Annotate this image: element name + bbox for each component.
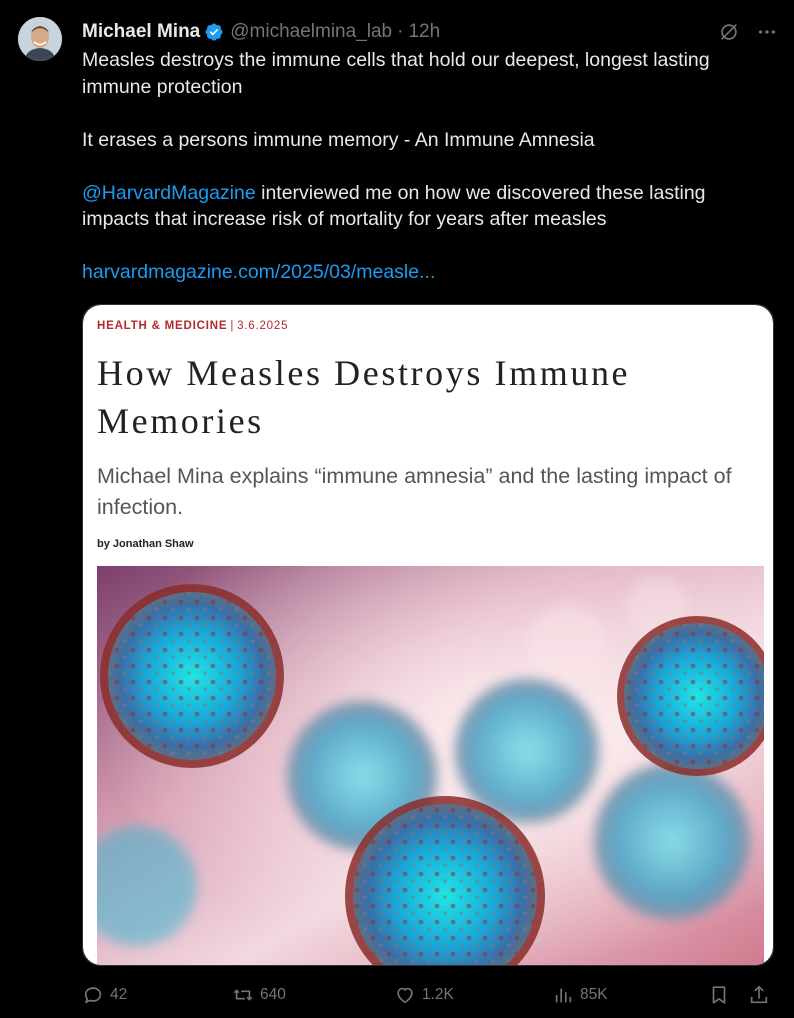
author-handle[interactable]: @michaelmina_lab [230, 20, 392, 44]
bookmark-icon [712, 986, 726, 1004]
category-label: HEALTH & MEDICINE [97, 320, 228, 332]
tweet-action-bar: 42 640 1.2K 85K [82, 982, 772, 1008]
reply-button[interactable]: 42 [82, 982, 127, 1008]
share-button[interactable] [748, 982, 770, 1008]
reply-icon [84, 987, 102, 1004]
repost-count: 640 [260, 986, 286, 1003]
views-icon [555, 988, 572, 1003]
like-button[interactable]: 1.2K [394, 982, 454, 1008]
link-preview-card[interactable]: HEALTH & MEDICINE | 3.6.2025 How Measles D… [82, 304, 774, 966]
tweet-paragraph-2: It erases a persons immune memory - An I… [82, 128, 595, 151]
views-count: 85K [580, 986, 608, 1003]
tweet-text: Measles destroys the immune cells that h… [82, 47, 772, 286]
more-icon[interactable] [756, 21, 778, 43]
verified-badge-icon [205, 23, 223, 41]
like-icon [397, 987, 413, 1004]
article-headline: How Measles Destroys Immune Memories [97, 353, 631, 441]
bookmark-button[interactable] [708, 982, 730, 1008]
article-date: 3.6.2025 [237, 320, 289, 332]
mention-link[interactable]: @HarvardMagazine [82, 182, 256, 204]
avatar[interactable] [18, 17, 62, 61]
repost-icon [233, 989, 253, 1001]
article-dek: Michael Mina explains “immune amnesia” a… [97, 464, 732, 519]
article-hero-image [97, 566, 764, 965]
author-name[interactable]: Michael Mina [82, 20, 200, 44]
category-separator: | [230, 320, 235, 332]
share-icon [750, 985, 768, 1004]
article-category: HEALTH & MEDICINE | 3.6.2025 [97, 320, 288, 332]
tweet-header: Michael Mina @michaelmina_lab · 12h [82, 20, 778, 44]
avatar-photo [18, 17, 62, 61]
reply-count: 42 [110, 986, 128, 1003]
article-link[interactable]: harvardmagazine.com/2025/03/measle... [82, 261, 435, 283]
article-byline: by Jonathan Shaw [97, 538, 194, 550]
views-button[interactable]: 85K [552, 982, 608, 1008]
like-count: 1.2K [422, 986, 454, 1003]
tweet-paragraph-1: Measles destroys the immune cells that h… [82, 49, 710, 98]
repost-button[interactable]: 640 [232, 982, 286, 1008]
tweet-paragraph-3: @HarvardMagazine interviewed me on how w… [82, 180, 772, 233]
timestamp[interactable]: 12h [408, 20, 440, 44]
grok-icon[interactable] [718, 21, 740, 43]
separator-dot: · [397, 21, 404, 42]
